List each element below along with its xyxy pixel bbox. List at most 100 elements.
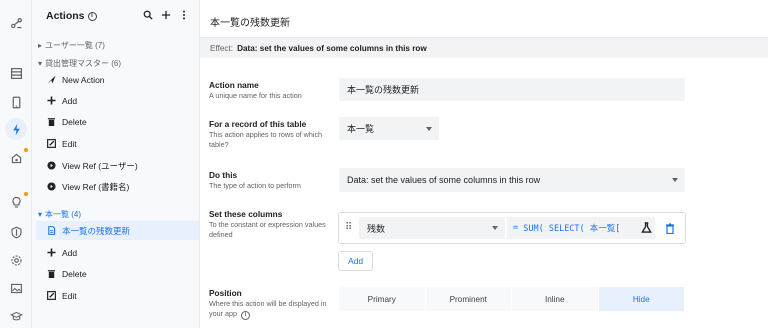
action-add-books[interactable]: Add [46,243,193,262]
warning-dot-icon [24,148,28,152]
action-label: 本一覧の残数更新 [62,225,131,236]
position-option-inline[interactable]: Inline [512,287,599,311]
panel-tools [143,10,189,20]
action-label: Delete [62,268,87,279]
set-columns-label: Set these columns [209,209,283,219]
shield-icon[interactable] [8,224,24,240]
action-name-value: 本一覧の残数更新 [347,85,420,95]
add-action-icon[interactable] [161,10,171,20]
position-option-hide[interactable]: Hide [598,287,685,311]
effect-value: Data: set the values of some columns in … [237,43,427,53]
flask-icon[interactable] [641,222,652,233]
group-books-label: 本一覧 (4) [45,210,82,219]
trash-icon [46,117,56,127]
effect-prefix: Effect: [210,43,234,53]
delete-row-icon[interactable] [665,223,675,234]
warning-dot-icon [24,192,28,196]
action-name-label: Action name [209,80,259,90]
column-assignment-row: ⠿ 残数 = SUM( SELECT( 本一覧[ [338,212,686,244]
position-option-primary[interactable]: Primary [339,287,426,311]
action-label: View Ref (書籍名) [62,181,130,192]
action-view-ref-book[interactable]: View Ref (書籍名) [46,177,193,196]
edit-icon [46,139,56,149]
drag-handle-icon[interactable]: ⠿ [345,223,353,234]
bulb-icon[interactable] [8,194,24,210]
column-value: 残数 [367,223,386,234]
action-edit[interactable]: Edit [46,134,193,153]
group-lending[interactable]: ▾ 貸出管理マスター (6) [38,58,121,69]
document-icon [46,226,56,236]
action-delete-books[interactable]: Delete [46,264,193,283]
dropdown-arrow-icon [492,226,498,230]
view-ref-icon [46,182,56,192]
action-edit-books[interactable]: Edit [46,286,193,305]
table-icon[interactable] [8,65,24,81]
group-users-label: ユーザー一覧 (7) [45,41,105,50]
action-label: Edit [62,290,77,301]
formula-value: SUM( SELECT( 本一覧[ [523,224,621,234]
actions-panel-title: Actions i [46,10,97,22]
effect-banner: Effect: Data: set the values of some col… [200,38,768,58]
action-view-ref-user[interactable]: View Ref (ユーザー) [46,156,193,175]
send-icon [46,75,56,85]
record-table-help: This action applies to rows of which tab… [209,130,323,149]
action-name-help: A unique name for this action [209,91,302,100]
bolt-icon[interactable] [5,118,27,140]
action-label: Delete [62,116,87,127]
action-new-action[interactable]: New Action [46,70,193,89]
action-label: Add [62,95,78,106]
position-help-text: Where this action will be displayed in y… [209,299,327,318]
action-editor: 本一覧の残数更新 Effect: Data: set the values of… [200,0,768,328]
settings-icon[interactable] [8,252,24,268]
action-label: Add [62,247,78,258]
dropdown-arrow-icon [672,178,678,182]
do-this-select[interactable]: Data: set the values of some columns in … [339,168,685,192]
phone-icon[interactable] [8,94,24,110]
search-icon[interactable] [143,10,153,20]
plus-icon [46,96,56,106]
grid-icon[interactable] [8,150,24,166]
record-table-value: 本一覧 [347,124,375,134]
left-rail [0,0,32,328]
flow-icon[interactable] [8,15,24,31]
info-icon[interactable]: i [87,11,97,21]
editor-topbar: 本一覧の残数更新 [200,0,768,38]
position-segmented-control: Primary Prominent Inline Hide [339,287,685,311]
group-books[interactable]: ▾ 本一覧 (4) [38,209,81,220]
group-users[interactable]: ▸ ユーザー一覧 (7) [38,40,105,51]
do-this-help: The type of action to perform [209,181,301,190]
formula-field[interactable]: = SUM( SELECT( 本一覧[ [507,217,655,239]
group-lending-label: 貸出管理マスター (6) [45,59,122,68]
edit-icon [46,291,56,301]
position-help: Where this action will be displayed in y… [209,299,329,320]
more-vert-icon[interactable] [179,10,189,20]
info-icon[interactable]: i [240,310,250,320]
chevron-down-icon: ▾ [38,210,43,219]
image-icon[interactable] [8,280,24,296]
action-delete[interactable]: Delete [46,112,193,131]
add-column-button[interactable]: Add [338,251,373,271]
action-name-field[interactable]: 本一覧の残数更新 [339,78,685,101]
action-label: Edit [62,138,77,149]
do-this-label: Do this [209,170,238,180]
equals-sign: = [513,223,519,233]
position-option-prominent[interactable]: Prominent [425,287,512,311]
action-label: New Action [62,74,105,85]
action-label: View Ref (ユーザー) [62,160,138,171]
actions-title-text: Actions [46,10,85,22]
action-add[interactable]: Add [46,91,193,110]
school-icon[interactable] [8,308,24,324]
page-title: 本一覧の残数更新 [210,18,290,29]
position-label: Position [209,288,242,298]
action-update-remaining[interactable]: 本一覧の残数更新 [36,221,199,240]
column-select[interactable]: 残数 [359,217,505,239]
record-table-select[interactable]: 本一覧 [339,117,439,140]
dropdown-arrow-icon [426,126,432,131]
record-table-label: For a record of this table [209,119,307,129]
view-ref-icon [46,161,56,171]
set-columns-help: To the constant or expression values def… [209,220,326,239]
plus-icon [46,248,56,258]
trash-icon [46,269,56,279]
do-this-value: Data: set the values of some columns in … [347,175,541,185]
chevron-right-icon: ▸ [38,41,43,50]
